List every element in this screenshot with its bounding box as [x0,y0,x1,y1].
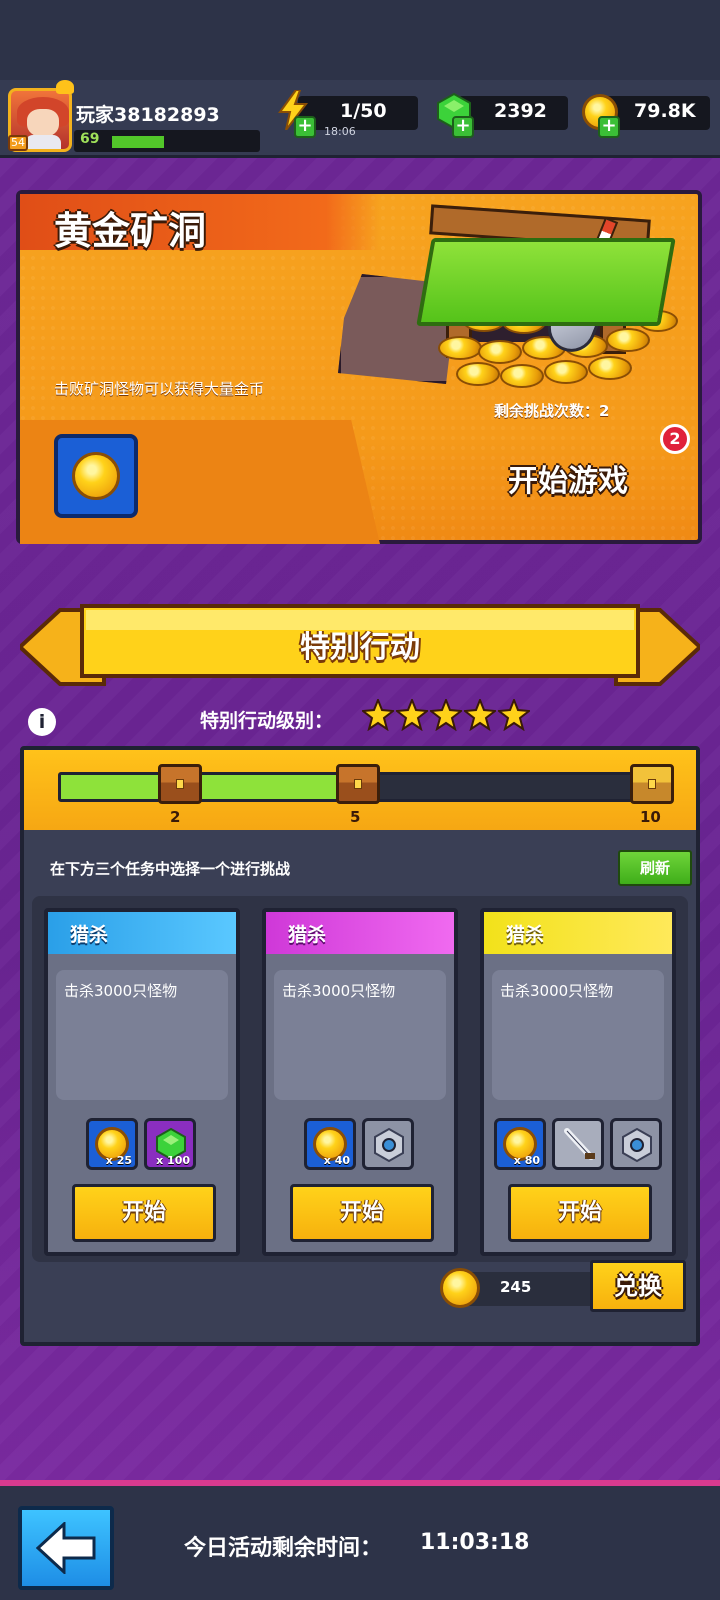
reward-item[interactable]: x 40 [304,1118,356,1170]
mine-description: 击败矿洞怪物可以获得大量金币 [54,380,265,398]
special-action-panel: 2 5 10 在下方三个任务中选择一个进行挑战 刷新 猎杀 击杀3000只怪物 … [20,746,700,1346]
progress-fill [61,775,363,799]
task-description: 击杀3000只怪物 [282,982,396,1000]
milestone-label: 10 [640,808,661,826]
task-type: 猎杀 [288,924,327,946]
reward-item[interactable]: x 100 [144,1118,196,1170]
player-name: 玩家38182893 [76,104,220,126]
task-card[interactable]: 猎杀 击杀3000只怪物 x 80 开始 [480,908,676,1256]
star-icon [396,699,428,731]
reward-item[interactable]: x 80 [494,1118,546,1170]
reward-qty: x 25 [105,1154,132,1167]
task-start-button[interactable]: 开始 [508,1184,652,1242]
task-card[interactable]: 猎杀 击杀3000只怪物 x 40 开始 [262,908,458,1256]
milestone-label: 2 [170,808,181,826]
add-energy-button[interactable]: + [294,116,316,138]
refresh-button[interactable]: 刷新 [618,850,692,886]
back-button[interactable] [18,1506,114,1590]
mine-title: 黄金矿洞 [54,209,207,253]
remaining-attempts: 剩余挑战次数：2 [494,402,610,420]
info-icon[interactable]: i [28,708,56,736]
robot-part-icon [374,1127,404,1163]
add-gems-button[interactable]: + [452,116,474,138]
remaining-time-value: 11:03:18 [420,1530,530,1555]
reward-item[interactable]: x 25 [86,1118,138,1170]
special-level-label: 特别行动级别： [200,710,334,732]
xp-bar [74,130,260,152]
exchange-button[interactable]: 兑换 [590,1260,686,1312]
chest-milestone-2[interactable] [158,764,202,804]
task-card[interactable]: 猎杀 击杀3000只怪物 x 25 x 100 开始 [44,908,240,1256]
milestone-label: 5 [350,808,361,826]
crown-icon [56,80,74,94]
energy-timer: 18:06 [324,125,356,138]
energy-count: 1/50 [340,100,387,122]
notification-badge: 2 [660,424,690,454]
gold-count: 79.8K [634,100,696,122]
task-start-button[interactable]: 开始 [72,1184,216,1242]
start-game-button[interactable] [416,238,676,326]
remaining-time-label: 今日活动剩余时间： [184,1536,383,1561]
reward-qty: x 40 [323,1154,350,1167]
xp-fill [112,136,164,148]
level-stars [362,697,532,733]
avatar-level-badge: 54 [8,135,28,151]
task-description: 击杀3000只怪物 [500,982,614,1000]
gems-count: 2392 [494,100,547,122]
reward-item[interactable] [552,1118,604,1170]
chest-milestone-10[interactable] [630,764,674,804]
gold-coin-icon [440,1268,480,1308]
token-box [466,1272,606,1306]
special-banner-title: 特别行动 [300,630,420,665]
task-type: 猎杀 [70,924,109,946]
system-status-bar [0,0,720,80]
sword-icon [564,1128,595,1160]
chest-milestone-5[interactable] [336,764,380,804]
reward-qty: x 100 [156,1154,190,1167]
gold-coin-icon [72,452,120,500]
mine-reward-slot[interactable] [54,434,138,518]
reward-qty: x 80 [513,1154,540,1167]
star-icon [362,699,394,731]
player-level: 69 [80,131,100,147]
task-description: 击杀3000只怪物 [64,982,178,1000]
token-count: 245 [500,1278,532,1296]
back-arrow-icon [36,1522,96,1574]
star-icon [498,699,530,731]
star-icon [464,699,496,731]
start-game-label: 开始游戏 [508,464,628,499]
task-type: 猎杀 [506,924,545,946]
star-icon [430,699,462,731]
task-start-button[interactable]: 开始 [290,1184,434,1242]
reward-item[interactable] [610,1118,662,1170]
robot-part-icon [622,1127,652,1163]
reward-item[interactable] [362,1118,414,1170]
task-instruction: 在下方三个任务中选择一个进行挑战 [50,860,291,878]
add-gold-button[interactable]: + [598,116,620,138]
